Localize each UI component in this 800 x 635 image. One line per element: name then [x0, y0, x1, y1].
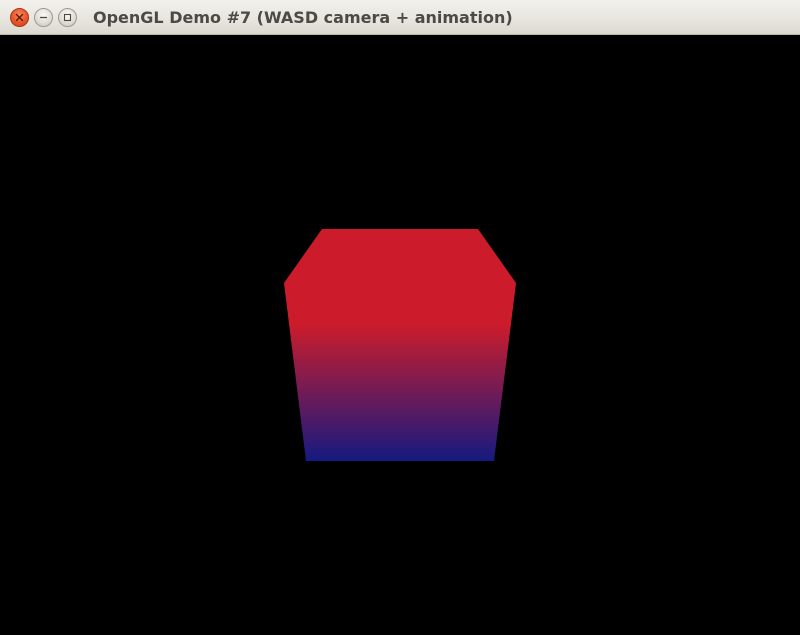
cube-top-face — [284, 229, 516, 283]
render-canvas — [284, 229, 516, 461]
title-bar[interactable]: OpenGL Demo #7 (WASD camera + animation) — [0, 0, 800, 35]
window-title: OpenGL Demo #7 (WASD camera + animation) — [93, 8, 513, 27]
opengl-viewport[interactable] — [0, 35, 800, 635]
app-window: OpenGL Demo #7 (WASD camera + animation) — [0, 0, 800, 635]
minimize-button[interactable] — [34, 8, 53, 27]
minimize-icon — [39, 16, 48, 19]
maximize-icon — [63, 13, 72, 22]
close-button[interactable] — [10, 8, 29, 27]
cube-front-face — [284, 283, 516, 461]
close-icon — [15, 13, 24, 22]
maximize-button[interactable] — [58, 8, 77, 27]
